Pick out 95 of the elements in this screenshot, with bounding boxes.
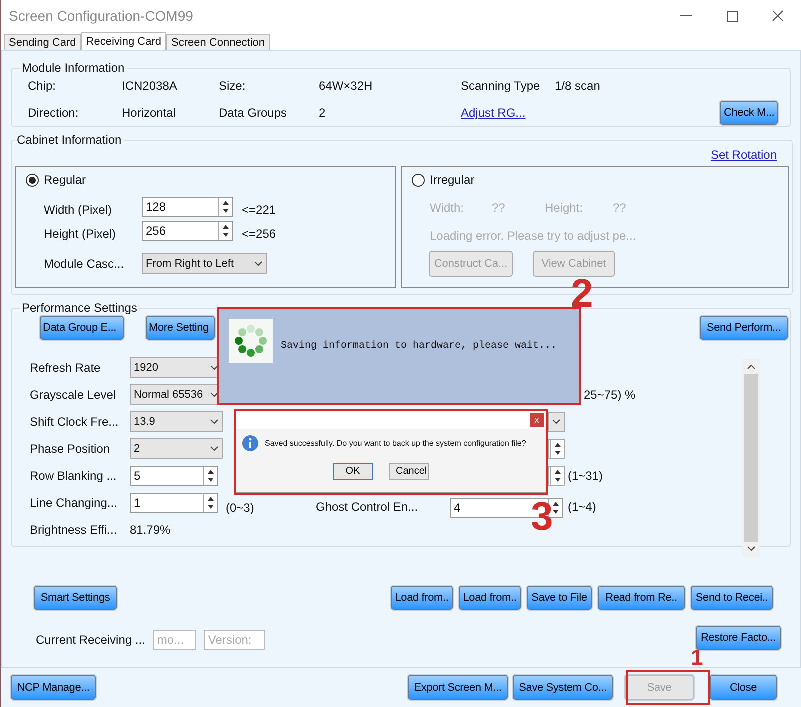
saving-message: Saving information to hardware, please wait... bbox=[281, 341, 558, 352]
field-label: Data Groups bbox=[219, 106, 288, 120]
field-label: Size: bbox=[219, 79, 247, 93]
restore-factory-button[interactable]: Restore Facto... bbox=[696, 626, 781, 650]
range-hint: (1~31) bbox=[568, 468, 604, 482]
dropdown[interactable]: From Right to Left bbox=[142, 253, 267, 274]
error-message: Loading error. Please try to adjust pe... bbox=[430, 229, 638, 244]
field-label: Direction: bbox=[28, 106, 80, 120]
field-label: Width: bbox=[430, 201, 466, 216]
readonly-field: Version: bbox=[204, 630, 266, 650]
scroll-up-icon[interactable] bbox=[746, 364, 756, 370]
field-label: Chip: bbox=[28, 79, 58, 93]
readonly-field: mo... bbox=[153, 630, 196, 650]
field-label: Line Changing... bbox=[30, 496, 118, 510]
field-label: Row Blanking ... bbox=[30, 468, 118, 482]
settings-button[interactable]: Data Group E... bbox=[40, 316, 124, 340]
spin-arrows-icon[interactable] bbox=[554, 468, 562, 482]
dialog-button[interactable]: OK bbox=[333, 463, 373, 480]
field-label: Brightness Effi... bbox=[30, 522, 118, 536]
dropdown[interactable] bbox=[548, 412, 565, 432]
dropdown[interactable]: 2 bbox=[130, 438, 223, 459]
message-text: Saved successfully. Do you want to back up the system configuration file? bbox=[265, 439, 526, 448]
number-field[interactable]: 1 bbox=[130, 492, 218, 512]
range-hint: 25~75) % bbox=[583, 388, 637, 402]
dialog-close-button[interactable]: x bbox=[530, 413, 544, 427]
dialog-button[interactable]: Cancel bbox=[389, 463, 429, 480]
number-field[interactable] bbox=[548, 438, 565, 458]
field-value: Horizontal bbox=[122, 106, 178, 120]
spin-arrows-icon[interactable] bbox=[554, 442, 562, 456]
field-label: Grayscale Level bbox=[30, 388, 118, 402]
window-title: Screen Configuration-COM99 bbox=[9, 8, 194, 24]
field-value: 2 bbox=[319, 106, 327, 120]
chevron-down-icon bbox=[254, 260, 263, 267]
chevron-down-icon bbox=[552, 418, 561, 424]
number-field[interactable]: 256 bbox=[142, 221, 233, 242]
field-label: Height: bbox=[545, 201, 584, 216]
spin-arrows-icon[interactable] bbox=[222, 200, 230, 214]
chevron-down-icon bbox=[210, 446, 219, 452]
field-label: Current Receiving ... bbox=[36, 633, 146, 647]
chevron-down-icon bbox=[210, 418, 219, 424]
chevron-down-icon bbox=[210, 392, 219, 398]
field-label: Ghost Control En... bbox=[316, 500, 420, 514]
action-button[interactable]: Save to File bbox=[527, 586, 592, 610]
send-performance-button[interactable]: Send Perform... bbox=[700, 316, 788, 340]
spin-arrows-icon[interactable] bbox=[206, 496, 214, 510]
tab[interactable]: Sending Card bbox=[4, 34, 82, 50]
scroll-down-icon[interactable] bbox=[746, 546, 756, 552]
spin-arrows-icon[interactable] bbox=[206, 468, 214, 482]
group-title: Module Information bbox=[21, 61, 126, 75]
field-label: Shift Clock Fre... bbox=[30, 414, 120, 428]
info-icon bbox=[242, 435, 259, 452]
action-button[interactable]: Load from.. bbox=[391, 586, 453, 610]
dropdown[interactable]: 13.9 bbox=[130, 411, 223, 432]
spin-arrows-icon[interactable] bbox=[552, 500, 560, 514]
field-label: Module Casc... bbox=[44, 256, 126, 271]
field-label: Refresh Rate bbox=[30, 360, 102, 374]
chevron-down-icon bbox=[210, 364, 219, 370]
group-title: Cabinet Information bbox=[16, 133, 123, 147]
tab[interactable]: Screen Connection bbox=[166, 34, 270, 50]
set-rotation-link[interactable]: Set Rotation bbox=[710, 148, 777, 162]
regular-radio[interactable]: Regular bbox=[26, 173, 385, 188]
ncp-manage-button[interactable]: NCP Manage... bbox=[11, 675, 96, 700]
field-value: 81.79% bbox=[130, 522, 172, 536]
action-button[interactable]: Read from Re.. bbox=[598, 586, 685, 610]
smart-settings-button[interactable]: Smart Settings bbox=[34, 586, 117, 610]
footer-button[interactable]: Close bbox=[710, 675, 777, 700]
check-button[interactable]: Check M... bbox=[720, 101, 778, 125]
limit-hint: <=256 bbox=[242, 227, 278, 242]
field-label: Scanning Type bbox=[461, 79, 542, 93]
field-value: ?? bbox=[492, 201, 506, 216]
range-hint: (0~3) bbox=[226, 500, 256, 514]
action-button[interactable]: Send to Recei.. bbox=[691, 586, 773, 610]
range-hint: (1~4) bbox=[568, 500, 598, 514]
field-value: 1/8 scan bbox=[555, 79, 602, 93]
tab[interactable]: Receiving Card bbox=[81, 32, 166, 50]
footer-button[interactable]: Export Screen M... bbox=[408, 675, 508, 700]
footer-button[interactable]: Save System Co... bbox=[513, 675, 613, 700]
field-value: 64W×32H bbox=[319, 79, 374, 93]
spin-arrows-icon[interactable] bbox=[222, 224, 230, 238]
loading-spinner-icon bbox=[229, 319, 273, 363]
field-label: Height (Pixel) bbox=[44, 227, 118, 242]
annotation-number: 1 bbox=[691, 647, 704, 669]
group-title: Performance Settings bbox=[21, 301, 138, 315]
field-label: Phase Position bbox=[30, 442, 112, 456]
number-field[interactable] bbox=[548, 466, 565, 486]
field-value: ?? bbox=[613, 201, 628, 216]
field-value: ICN2038A bbox=[122, 79, 178, 93]
number-field[interactable]: 128 bbox=[142, 197, 233, 218]
number-field[interactable]: 5 bbox=[130, 466, 218, 486]
limit-hint: <=221 bbox=[242, 203, 278, 218]
adjust-link[interactable]: Adjust RG... bbox=[461, 106, 526, 120]
scrollbar[interactable] bbox=[742, 359, 760, 557]
settings-button[interactable]: More Setting bbox=[146, 316, 215, 340]
action-button[interactable]: Load from.. bbox=[459, 586, 521, 610]
field-label: Width (Pixel) bbox=[44, 203, 114, 218]
